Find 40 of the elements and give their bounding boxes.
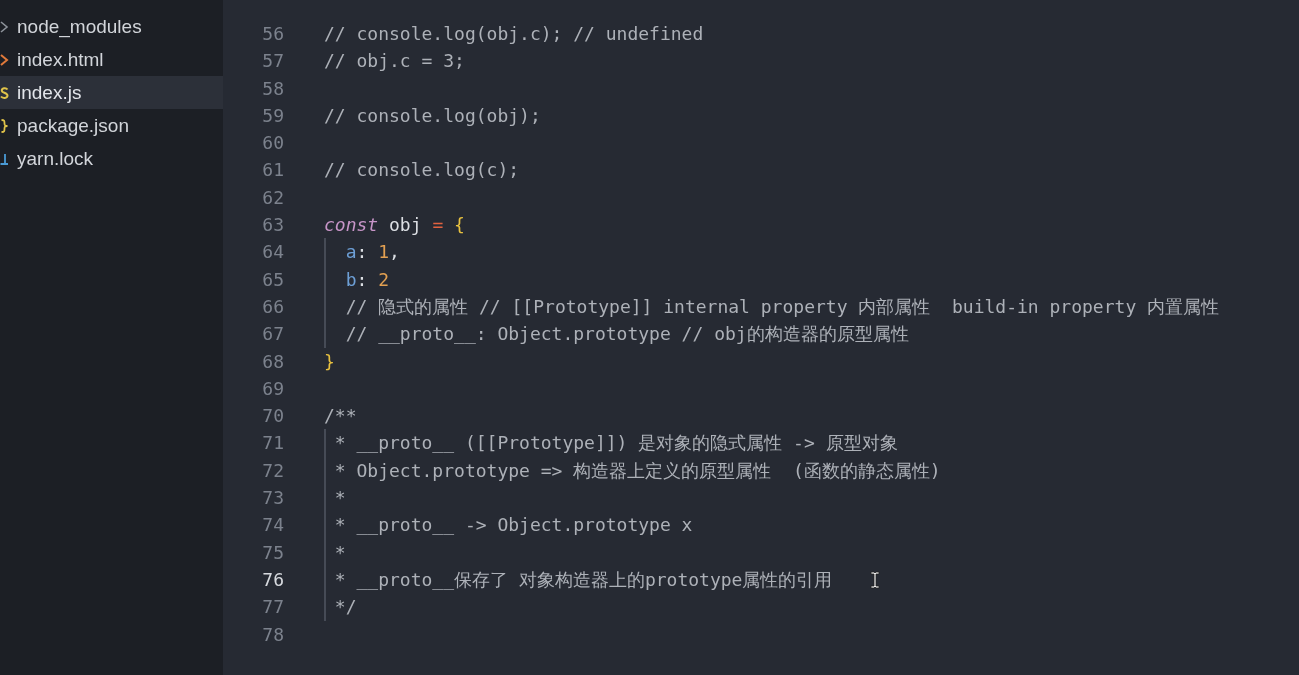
line-number: 66 [262,294,284,319]
line-number: 65 [262,267,284,292]
line-number: 78 [262,622,284,647]
line-number: 77 [262,595,284,620]
file-item[interactable]: package.json [0,109,223,142]
chevron-right-icon [0,51,9,68]
line-number: 75 [262,540,284,565]
line-number: 58 [262,76,284,101]
line-number: 61 [262,158,284,183]
code-line: /** [324,404,357,429]
file-item[interactable]: node_modules [0,10,223,43]
line-number: 64 [262,240,284,265]
line-number: 76 [262,567,284,592]
line-number: 72 [262,458,284,483]
line-number: 67 [262,322,284,347]
code-line: // console.log(c); [324,158,520,183]
line-number: 70 [262,404,284,429]
code-line: const obj = { [324,213,465,238]
code-line: // console.log(obj); [324,103,541,128]
code-line: // console.log(obj.c); // undefined [324,22,704,46]
line-number: 59 [262,103,284,128]
line-number: 71 [262,431,284,456]
line-number: 62 [262,185,284,210]
line-number: 63 [262,213,284,238]
s-shape-icon [0,84,9,101]
curly-brace-icon [0,117,9,134]
file-item[interactable]: index.js [0,76,223,109]
code-line: } [324,349,335,374]
chevron-right-icon [0,18,9,35]
text-cursor-icon [870,571,880,589]
line-number: 56 [262,22,284,46]
file-item[interactable]: yarn.lock [0,142,223,175]
line-number: 74 [262,513,284,538]
code-line: // obj.c = 3; [324,49,465,74]
line-number: 69 [262,376,284,401]
line-number: 68 [262,349,284,374]
line-number: 57 [262,49,284,74]
file-item[interactable]: index.html [0,43,223,76]
line-number: 60 [262,131,284,156]
line-number: 73 [262,486,284,511]
